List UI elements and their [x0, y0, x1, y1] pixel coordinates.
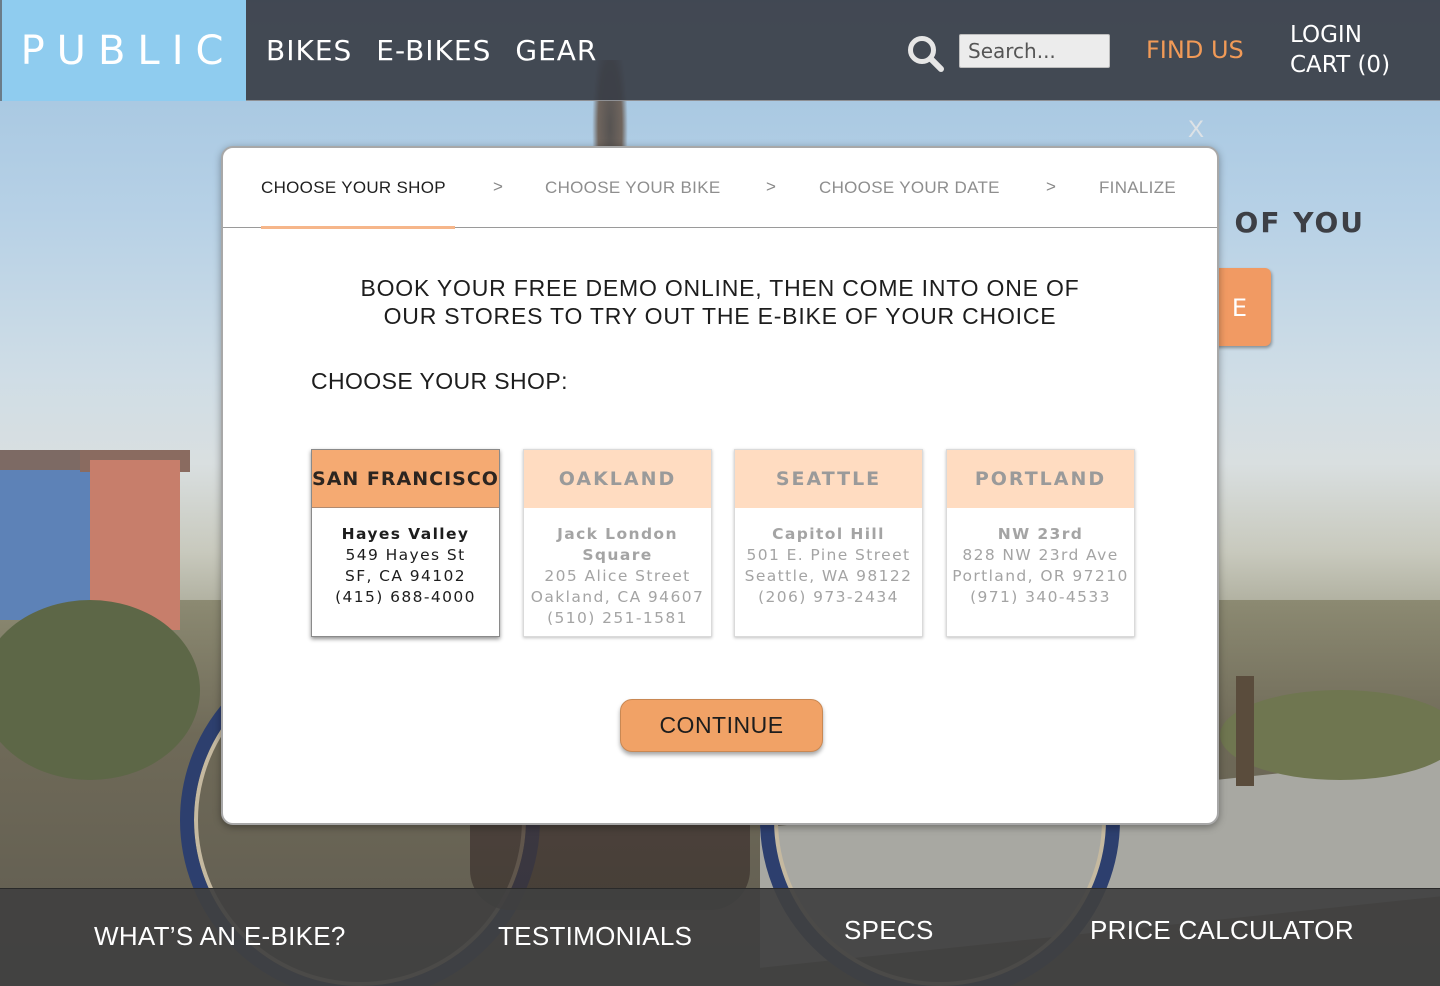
- choose-shop-label: CHOOSE YOUR SHOP:: [311, 368, 568, 394]
- nav-gear[interactable]: GEAR: [515, 34, 597, 67]
- hero-tagline: ) OF YOU: [1208, 206, 1366, 239]
- shop-citystate: SF, CA 94102: [344, 567, 467, 585]
- booking-steps: CHOOSE YOUR SHOP > CHOOSE YOUR BIKE > CH…: [223, 148, 1217, 229]
- step-choose-date[interactable]: CHOOSE YOUR DATE: [819, 178, 1000, 198]
- headline-line: OUR STORES TO TRY OUT THE E-BIKE OF YOUR…: [383, 303, 1057, 329]
- step-finalize[interactable]: FINALIZE: [1099, 178, 1176, 198]
- step-choose-shop[interactable]: CHOOSE YOUR SHOP: [261, 178, 446, 198]
- search-input[interactable]: [959, 34, 1110, 68]
- site-footer: WHAT’S AN E-BIKE? TESTIMONIALS SPECS PRI…: [0, 888, 1440, 986]
- shop-city: PORTLAND: [947, 450, 1134, 508]
- shop-citystate: Oakland, CA 94607: [530, 588, 705, 606]
- search-icon[interactable]: [906, 34, 944, 72]
- logo: PUBLIC: [20, 27, 236, 74]
- shop-neighborhood: NW 23rd: [997, 525, 1084, 543]
- shop-phone: (415) 688-4000: [335, 588, 476, 606]
- booking-modal: CHOOSE YOUR SHOP > CHOOSE YOUR BIKE > CH…: [221, 146, 1219, 825]
- shop-street: 828 NW 23rd Ave: [962, 546, 1119, 564]
- find-us-link[interactable]: FIND US: [1146, 36, 1244, 64]
- logo-link[interactable]: PUBLIC: [0, 0, 246, 101]
- shop-city: SAN FRANCISCO: [312, 450, 499, 508]
- shop-street: 549 Hayes St: [345, 546, 466, 564]
- step-separator: >: [766, 177, 776, 196]
- main-nav: BIKES E-BIKES GEAR: [266, 34, 597, 67]
- shop-address: Capitol Hill 501 E. Pine Street Seattle,…: [735, 508, 922, 608]
- nav-bikes[interactable]: BIKES: [266, 34, 352, 67]
- shop-phone: (206) 973-2434: [758, 588, 899, 606]
- shop-city: OAKLAND: [524, 450, 711, 508]
- shop-address: Jack London Square 205 Alice Street Oakl…: [524, 508, 711, 629]
- shop-phone: (510) 251-1581: [547, 609, 688, 627]
- footer-price-calculator[interactable]: PRICE CALCULATOR: [1090, 915, 1354, 946]
- shop-neighborhood: Jack London Square: [557, 525, 678, 564]
- shop-street: 205 Alice Street: [544, 567, 691, 585]
- cart-link[interactable]: CART (0): [1290, 52, 1390, 78]
- shop-street: 501 E. Pine Street: [746, 546, 911, 564]
- shop-address: NW 23rd 828 NW 23rd Ave Portland, OR 972…: [947, 508, 1134, 608]
- shop-neighborhood: Hayes Valley: [341, 525, 470, 543]
- shop-phone: (971) 340-4533: [970, 588, 1111, 606]
- shop-card-oakland[interactable]: OAKLAND Jack London Square 205 Alice Str…: [523, 449, 712, 637]
- step-choose-bike[interactable]: CHOOSE YOUR BIKE: [545, 178, 720, 198]
- headline-line: BOOK YOUR FREE DEMO ONLINE, THEN COME IN…: [360, 275, 1080, 301]
- footer-whats-an-ebike[interactable]: WHAT’S AN E-BIKE?: [94, 921, 346, 952]
- shop-card-portland[interactable]: PORTLAND NW 23rd 828 NW 23rd Ave Portlan…: [946, 449, 1135, 637]
- modal-headline: BOOK YOUR FREE DEMO ONLINE, THEN COME IN…: [223, 274, 1217, 330]
- shop-citystate: Portland, OR 97210: [952, 567, 1129, 585]
- shop-neighborhood: Capitol Hill: [772, 525, 885, 543]
- active-step-indicator: [261, 226, 455, 229]
- login-link[interactable]: LOGIN: [1290, 22, 1362, 48]
- step-separator: >: [1046, 177, 1056, 196]
- shop-card-seattle[interactable]: SEATTLE Capitol Hill 501 E. Pine Street …: [734, 449, 923, 637]
- site-header: PUBLIC BIKES E-BIKES GEAR FIND US LOGIN …: [0, 0, 1440, 101]
- shop-city: SEATTLE: [735, 450, 922, 508]
- footer-specs[interactable]: SPECS: [844, 915, 934, 946]
- step-separator: >: [493, 177, 503, 196]
- shop-card-san-francisco[interactable]: SAN FRANCISCO Hayes Valley 549 Hayes St …: [311, 449, 500, 637]
- shop-citystate: Seattle, WA 98122: [744, 567, 913, 585]
- nav-e-bikes[interactable]: E-BIKES: [376, 34, 491, 67]
- continue-button[interactable]: CONTINUE: [620, 699, 823, 752]
- close-icon[interactable]: X: [1188, 116, 1204, 144]
- footer-testimonials[interactable]: TESTIMONIALS: [498, 921, 692, 952]
- fence-post: [1236, 676, 1254, 786]
- shop-address: Hayes Valley 549 Hayes St SF, CA 94102 (…: [312, 508, 499, 608]
